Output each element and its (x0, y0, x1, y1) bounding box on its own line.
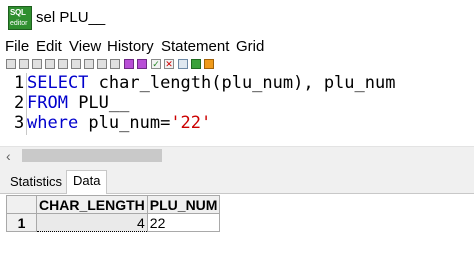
insert-record-icon[interactable] (71, 59, 81, 69)
column-header-plu-num[interactable]: PLU_NUM (146, 195, 221, 214)
table-header-row: CHAR_LENGTH PLU_NUM (6, 195, 221, 214)
scroll-left-arrow-icon[interactable]: ‹ (6, 148, 11, 164)
next-record-icon[interactable] (45, 59, 55, 69)
export-icon[interactable] (191, 59, 201, 69)
rollback-x-icon[interactable]: ✕ (164, 59, 174, 69)
cell-plu-num[interactable]: 22 (146, 213, 221, 232)
menu-file[interactable]: File (5, 38, 29, 56)
commit-check-icon[interactable]: ✓ (151, 59, 161, 69)
line-number-gutter: 1 2 3 (0, 73, 26, 145)
results-table: CHAR_LENGTH PLU_NUM 1 4 22 (6, 195, 221, 232)
grid-view-icon[interactable] (178, 59, 188, 69)
sql-text: char_length(plu_num), plu_num (88, 73, 396, 93)
menu-bar: File Edit View History Statement Grid (0, 37, 474, 57)
sql-editor-app-icon: SQL editor (8, 6, 32, 30)
grid-corner (6, 195, 37, 214)
menu-view[interactable]: View (69, 38, 101, 56)
menu-history[interactable]: History (107, 38, 154, 56)
previous-record-icon[interactable] (19, 59, 29, 69)
line-number: 2 (14, 93, 25, 113)
app-icon-text-sql: SQL (10, 8, 26, 17)
results-grid: CHAR_LENGTH PLU_NUM 1 4 22 (0, 195, 474, 259)
cell-char-length[interactable]: 4 (36, 213, 148, 232)
tab-data[interactable]: Data (66, 170, 108, 194)
row-number[interactable]: 1 (6, 213, 37, 232)
table-row: 1 4 22 (6, 213, 221, 232)
tab-statistics[interactable]: Statistics (4, 172, 68, 194)
result-tabs: Statistics Data (0, 168, 474, 194)
code-line: FROM PLU__ (27, 93, 129, 113)
sql-text: PLU__ (67, 93, 130, 113)
sql-text: plu_num= (78, 113, 171, 133)
menu-grid[interactable]: Grid (236, 38, 264, 56)
execute-icon[interactable] (124, 59, 134, 69)
line-number: 1 (14, 73, 25, 93)
sql-editor[interactable]: 1 2 3 SELECT char_length(plu_num), plu_n… (0, 73, 474, 145)
execute-step-icon[interactable] (137, 59, 147, 69)
code-line: SELECT char_length(plu_num), plu_num (27, 73, 395, 93)
sql-string-literal: '22' (170, 113, 212, 133)
last-record-icon[interactable] (58, 59, 68, 69)
plan-icon[interactable] (204, 59, 214, 69)
app-icon-text-editor: editor (10, 20, 28, 27)
first-record-icon[interactable] (6, 59, 16, 69)
menu-statement[interactable]: Statement (161, 38, 229, 56)
line-number: 3 (14, 113, 25, 133)
edit-record-icon[interactable] (97, 59, 107, 69)
column-header-char-length[interactable]: CHAR_LENGTH (36, 195, 148, 214)
sql-keyword: FROM (27, 93, 68, 113)
record-position-icon[interactable] (32, 59, 42, 69)
delete-record-icon[interactable] (84, 59, 94, 69)
toolbar: ✓ ✕ (0, 57, 474, 73)
title-bar: SQL editor sel PLU__ (0, 0, 474, 36)
code-line: where plu_num='22' (27, 113, 211, 133)
horizontal-scrollbar[interactable]: ‹ (0, 146, 474, 164)
scrollbar-thumb[interactable] (22, 149, 162, 162)
window-title: sel PLU__ (36, 9, 106, 26)
sql-keyword: where (27, 113, 79, 133)
sql-keyword: SELECT (27, 73, 89, 93)
menu-edit[interactable]: Edit (36, 38, 62, 56)
refresh-record-icon[interactable] (110, 59, 120, 69)
